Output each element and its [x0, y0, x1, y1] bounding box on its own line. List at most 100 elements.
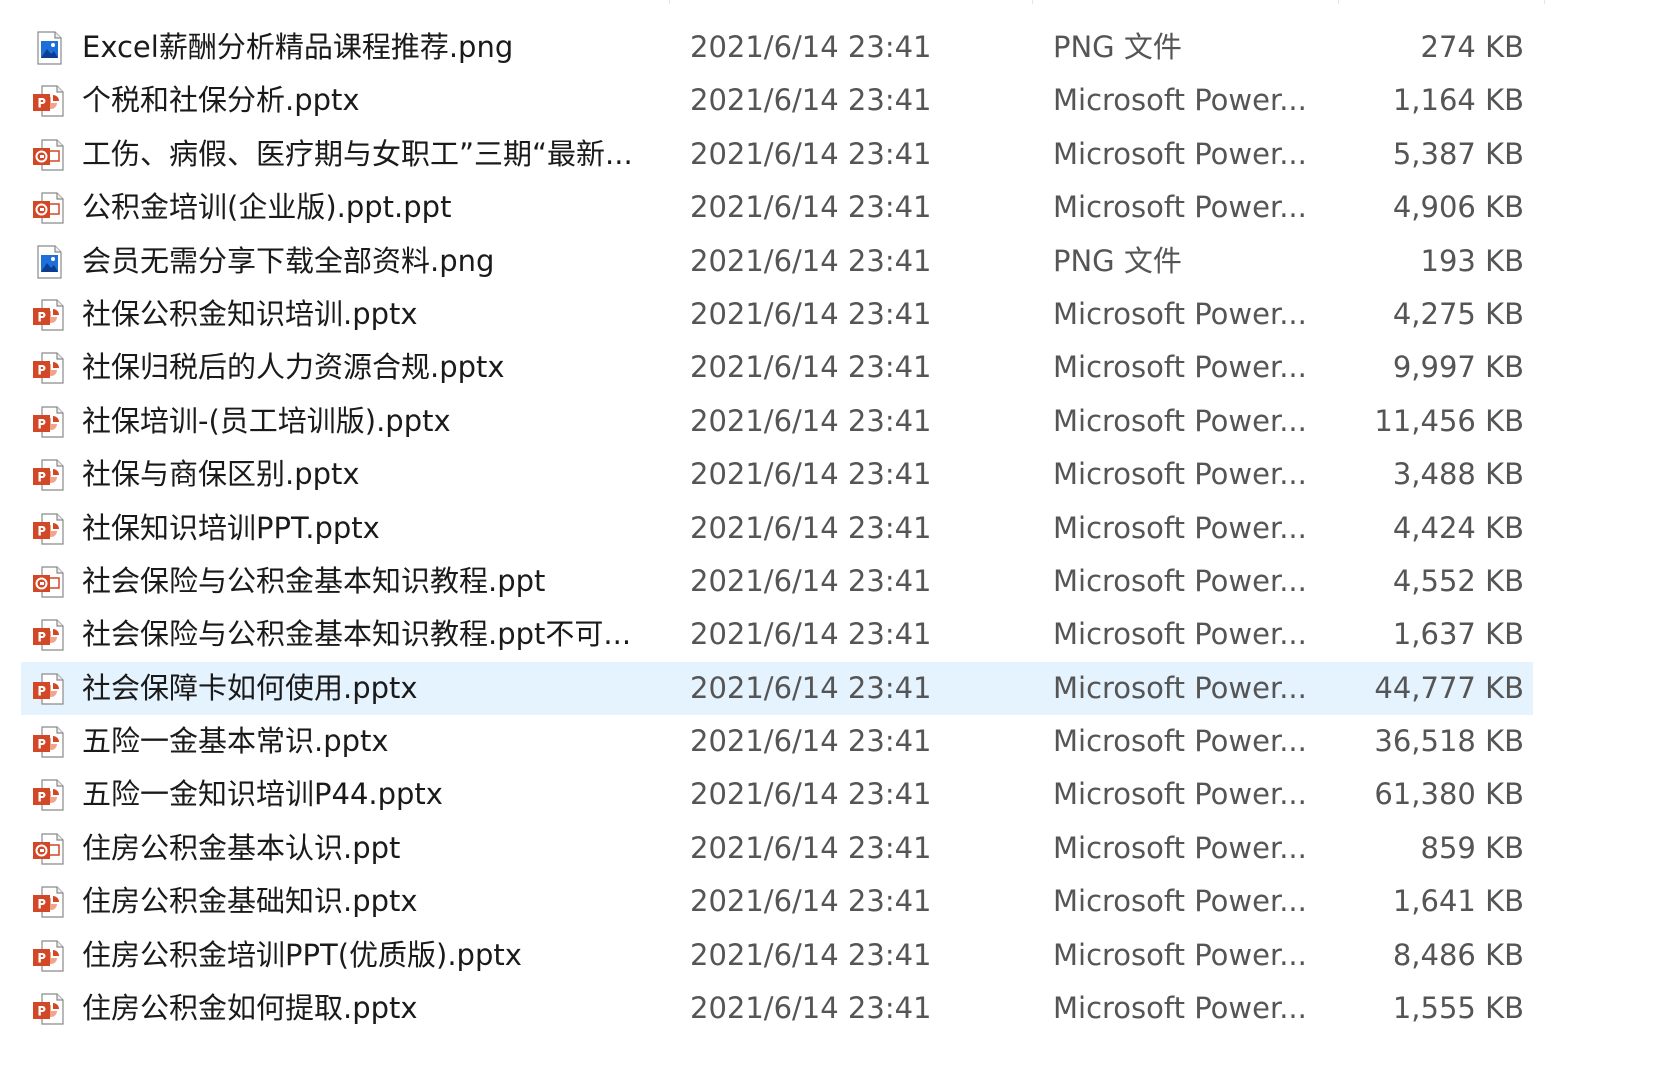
file-row[interactable]: Excel薪酬分析精品课程推荐.png 2021/6/14 23:41 PNG … [0, 21, 1659, 74]
ppt-file-icon [33, 139, 64, 171]
file-icon-cell [31, 74, 67, 127]
pptx-file-icon [33, 726, 64, 758]
file-date-modified: 2021/6/14 23:41 [690, 83, 932, 118]
file-icon-cell [31, 822, 67, 875]
file-icon-cell [31, 768, 67, 821]
pptx-file-icon [33, 993, 64, 1025]
ppt-file-icon [33, 192, 64, 224]
file-name[interactable]: 社保知识培训PPT.pptx [82, 502, 642, 555]
pptx-file-icon [33, 512, 64, 545]
file-icon-cell [31, 608, 67, 661]
file-icon-cell [31, 128, 67, 181]
file-name[interactable]: 工伤、病假、医疗期与女职工”三期“最新... [82, 128, 642, 181]
file-icon-cell [31, 982, 67, 1035]
pptx-file-icon [33, 673, 64, 705]
column-divider[interactable] [1544, 0, 1545, 4]
file-date-modified: 2021/6/14 23:41 [690, 403, 932, 438]
file-icon-cell [31, 929, 67, 982]
file-size: 859 KB [1420, 830, 1524, 865]
file-name[interactable]: 社保公积金知识培训.pptx [82, 288, 642, 341]
file-date-modified: 2021/6/14 23:41 [690, 937, 932, 972]
file-size: 1,641 KB [1392, 884, 1524, 919]
file-row[interactable]: 会员无需分享下载全部资料.png 2021/6/14 23:41 PNG 文件 … [0, 235, 1659, 288]
file-icon-cell [31, 502, 67, 555]
file-size: 5,387 KB [1392, 136, 1524, 171]
file-date-modified: 2021/6/14 23:41 [690, 190, 932, 225]
file-icon-cell [31, 288, 67, 341]
file-name[interactable]: 五险一金基本常识.pptx [82, 715, 642, 768]
column-divider[interactable] [1032, 0, 1033, 4]
ppt-file-icon [33, 833, 64, 865]
file-rows: Excel薪酬分析精品课程推荐.png 2021/6/14 23:41 PNG … [0, 21, 1659, 1035]
file-name[interactable]: 个税和社保分析.pptx [82, 74, 642, 127]
file-row[interactable]: 五险一金基本常识.pptx 2021/6/14 23:41 Microsoft … [0, 715, 1659, 768]
file-name[interactable]: 住房公积金如何提取.pptx [82, 982, 642, 1035]
file-size: 4,424 KB [1392, 510, 1524, 545]
file-name[interactable]: 社会保险与公积金基本知识教程.ppt [82, 555, 642, 608]
file-row[interactable]: 社会保险与公积金基本知识教程.ppt 2021/6/14 23:41 Micro… [0, 555, 1659, 608]
file-name[interactable]: 住房公积金培训PPT(优质版).pptx [82, 929, 642, 982]
file-date-modified: 2021/6/14 23:41 [690, 617, 932, 652]
file-row[interactable]: 公积金培训(企业版).ppt.ppt 2021/6/14 23:41 Micro… [0, 181, 1659, 234]
file-name[interactable]: 社保归税后的人力资源合规.pptx [82, 341, 642, 394]
file-row[interactable]: 工伤、病假、医疗期与女职工”三期“最新... 2021/6/14 23:41 M… [0, 128, 1659, 181]
column-divider[interactable] [1338, 0, 1339, 4]
file-row[interactable]: 社会保障卡如何使用.pptx 2021/6/14 23:41 Microsoft… [0, 661, 1659, 715]
file-name[interactable]: 五险一金知识培训P44.pptx [82, 768, 642, 821]
file-date-modified: 2021/6/14 23:41 [690, 457, 932, 492]
file-size: 274 KB [1420, 30, 1524, 64]
file-date-modified: 2021/6/14 23:41 [690, 884, 932, 919]
file-icon-cell [31, 21, 67, 74]
pptx-file-icon [33, 459, 64, 491]
file-icon-cell [31, 395, 67, 448]
file-list: Excel薪酬分析精品课程推荐.png 2021/6/14 23:41 PNG … [0, 0, 1659, 1035]
png-image-icon [37, 31, 62, 65]
file-name[interactable]: 会员无需分享下载全部资料.png [82, 235, 642, 288]
file-size: 61,380 KB [1374, 777, 1524, 812]
file-date-modified: 2021/6/14 23:41 [690, 830, 932, 865]
file-name[interactable]: 社保培训-(员工培训版).pptx [82, 395, 642, 448]
file-size: 4,552 KB [1392, 563, 1524, 598]
file-row[interactable]: 个税和社保分析.pptx 2021/6/14 23:41 Microsoft P… [0, 74, 1659, 127]
file-date-modified: 2021/6/14 23:41 [690, 724, 932, 759]
file-name[interactable]: 社会保险与公积金基本知识教程.ppt不可... [82, 608, 642, 661]
file-row[interactable]: 住房公积金基本认识.ppt 2021/6/14 23:41 Microsoft … [0, 822, 1659, 875]
column-divider[interactable] [669, 0, 670, 4]
file-size: 36,518 KB [1374, 724, 1524, 759]
file-icon-cell [31, 555, 67, 608]
file-row[interactable]: 社保与商保区别.pptx 2021/6/14 23:41 Microsoft P… [0, 448, 1659, 501]
file-icon-cell [31, 341, 67, 394]
file-name[interactable]: 社会保障卡如何使用.pptx [82, 662, 642, 715]
file-size: 9,997 KB [1392, 350, 1524, 385]
file-icon-cell [31, 662, 67, 715]
file-row[interactable]: 社保培训-(员工培训版).pptx 2021/6/14 23:41 Micros… [0, 395, 1659, 448]
file-row[interactable]: 住房公积金基础知识.pptx 2021/6/14 23:41 Microsoft… [0, 875, 1659, 928]
file-icon-cell [31, 875, 67, 928]
file-icon-cell [31, 181, 67, 234]
ppt-file-icon [33, 566, 64, 598]
file-name[interactable]: 公积金培训(企业版).ppt.ppt [82, 181, 642, 234]
file-row[interactable]: 社会保险与公积金基本知识教程.ppt不可... 2021/6/14 23:41 … [0, 608, 1659, 661]
file-icon-cell [31, 235, 67, 288]
pptx-file-icon [33, 406, 64, 438]
file-size: 4,275 KB [1392, 296, 1524, 331]
pptx-file-icon [33, 619, 64, 651]
pptx-file-icon [33, 299, 64, 331]
file-row[interactable]: 住房公积金培训PPT(优质版).pptx 2021/6/14 23:41 Mic… [0, 929, 1659, 982]
file-row[interactable]: 社保归税后的人力资源合规.pptx 2021/6/14 23:41 Micros… [0, 341, 1659, 394]
file-date-modified: 2021/6/14 23:41 [690, 563, 932, 598]
file-name[interactable]: Excel薪酬分析精品课程推荐.png [82, 21, 642, 74]
file-name[interactable]: 住房公积金基础知识.pptx [82, 875, 642, 928]
file-size: 1,164 KB [1392, 83, 1524, 118]
file-row[interactable]: 住房公积金如何提取.pptx 2021/6/14 23:41 Microsoft… [0, 982, 1659, 1035]
file-row[interactable]: 五险一金知识培训P44.pptx 2021/6/14 23:41 Microso… [0, 768, 1659, 821]
file-row[interactable]: 社保知识培训PPT.pptx 2021/6/14 23:41 Microsoft… [0, 502, 1659, 555]
file-name[interactable]: 社保与商保区别.pptx [82, 448, 642, 501]
file-row[interactable]: 社保公积金知识培训.pptx 2021/6/14 23:41 Microsoft… [0, 288, 1659, 341]
file-size: 1,637 KB [1392, 617, 1524, 652]
file-date-modified: 2021/6/14 23:41 [690, 350, 932, 385]
file-size: 193 KB [1420, 243, 1524, 278]
file-size: 11,456 KB [1374, 403, 1524, 438]
file-date-modified: 2021/6/14 23:41 [690, 296, 932, 331]
file-name[interactable]: 住房公积金基本认识.ppt [82, 822, 642, 875]
